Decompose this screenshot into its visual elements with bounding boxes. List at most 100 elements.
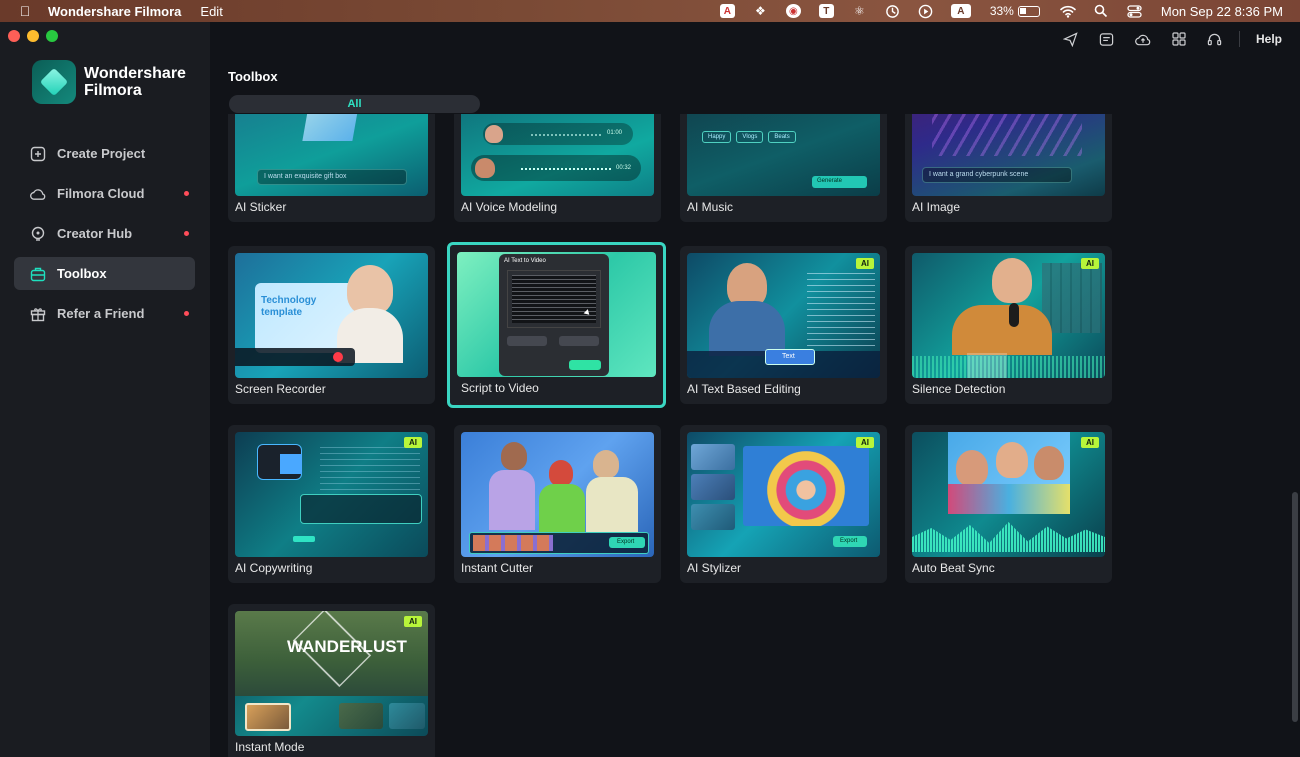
sidebar-item-label: Filmora Cloud bbox=[57, 186, 145, 201]
tool-card-ai-stylizer[interactable]: Export AI AI Stylizer bbox=[680, 425, 887, 583]
window-controls bbox=[8, 30, 58, 42]
sidebar-item-toolbox[interactable]: Toolbox bbox=[14, 257, 195, 290]
filter-tab-all[interactable]: All bbox=[229, 95, 480, 113]
tool-card-label: AI Copywriting bbox=[235, 561, 313, 575]
tool-card-auto-beat-sync[interactable]: AI Auto Beat Sync bbox=[905, 425, 1112, 583]
edit-menu[interactable]: Edit bbox=[200, 4, 222, 19]
send-icon[interactable] bbox=[1063, 31, 1079, 47]
silence-detection-thumbnail: AI bbox=[912, 253, 1105, 378]
ai-badge: AI bbox=[1081, 258, 1099, 269]
tool-card-ai-voice-modeling[interactable]: 01:00 00:32 AI Voice Modeling bbox=[454, 114, 661, 222]
status-area: A ❖ ◉ T ⚛ A 33% Mon Sep 22 8:36 PM bbox=[711, 0, 1300, 22]
tool-card-label: Silence Detection bbox=[912, 382, 1006, 396]
music-tag: Beats bbox=[768, 131, 796, 143]
tool-card-label: Auto Beat Sync bbox=[912, 561, 995, 575]
sidebar-item-create-project[interactable]: Create Project bbox=[14, 137, 195, 170]
ai-sticker-thumbnail: I want an exquisite gift box bbox=[235, 114, 428, 196]
tool-card-label: AI Music bbox=[687, 200, 734, 214]
tool-card-ai-copywriting[interactable]: AI AI Copywriting bbox=[228, 425, 435, 583]
control-center-icon[interactable] bbox=[1126, 4, 1143, 19]
toolbox-icon bbox=[30, 266, 46, 282]
sidebar-item-filmora-cloud[interactable]: Filmora Cloud bbox=[14, 177, 195, 210]
ai-stylizer-thumbnail: Export AI bbox=[687, 432, 880, 557]
instant-cutter-thumbnail: Export bbox=[461, 432, 654, 557]
tool-card-ai-music[interactable]: Happy Vlogs Beats Generate AI Music bbox=[680, 114, 887, 222]
help-button[interactable]: Help bbox=[1256, 32, 1282, 46]
tool-card-ai-image[interactable]: I want a grand cyberpunk scene AI Image bbox=[905, 114, 1112, 222]
sidebar-item-refer-a-friend[interactable]: Refer a Friend bbox=[14, 297, 195, 330]
app-menu[interactable]: Wondershare Filmora bbox=[48, 4, 181, 19]
text-chip: Text bbox=[782, 353, 795, 360]
pdf-icon[interactable]: ⚛ bbox=[851, 4, 868, 19]
filmora-logo-icon bbox=[32, 60, 76, 104]
sticker-prompt: I want an exquisite gift box bbox=[257, 169, 407, 185]
headset-icon[interactable] bbox=[1207, 31, 1223, 47]
cutter-export: Export bbox=[617, 539, 635, 545]
shield-icon[interactable]: ◉ bbox=[785, 4, 802, 19]
music-generate: Generate bbox=[817, 178, 843, 184]
toolbox-grid: I want an exquisite gift box AI Sticker … bbox=[210, 114, 1300, 757]
search-icon[interactable] bbox=[1093, 4, 1110, 19]
tool-card-instant-cutter[interactable]: Export Instant Cutter bbox=[454, 425, 661, 583]
time-machine-icon[interactable] bbox=[884, 4, 901, 19]
minimize-window-button[interactable] bbox=[27, 30, 39, 42]
battery-icon[interactable] bbox=[1017, 5, 1040, 17]
scrollbar-thumb[interactable] bbox=[1292, 492, 1298, 722]
zoom-window-button[interactable] bbox=[46, 30, 58, 42]
message-icon[interactable] bbox=[1099, 31, 1115, 47]
apple-menu-icon[interactable]:  bbox=[17, 3, 33, 19]
filmora-window: Wondershare Filmora Create Project Filmo… bbox=[0, 22, 1300, 757]
dropbox-icon[interactable]: ❖ bbox=[752, 4, 769, 19]
text-icon[interactable]: T bbox=[818, 4, 835, 19]
wanderlust-title: WANDERLUST bbox=[287, 637, 407, 656]
close-window-button[interactable] bbox=[8, 30, 20, 42]
gift-icon bbox=[30, 306, 46, 322]
sidebar-nav: Create Project Filmora Cloud Creator Hub bbox=[14, 137, 195, 337]
cloud-upload-icon[interactable] bbox=[1135, 31, 1151, 47]
stylizer-export: Export bbox=[840, 538, 858, 544]
sidebar-item-creator-hub[interactable]: Creator Hub bbox=[14, 217, 195, 250]
notification-dot bbox=[184, 191, 189, 196]
input-source-icon[interactable]: A bbox=[950, 4, 972, 19]
tool-card-label: Instant Mode bbox=[235, 740, 305, 754]
voice-time-1: 01:00 bbox=[607, 130, 623, 136]
screen-recorder-thumbnail: Technology template bbox=[235, 253, 428, 378]
play-icon[interactable] bbox=[917, 4, 934, 19]
brand-line2: Filmora bbox=[84, 82, 142, 99]
ai-badge: AI bbox=[404, 437, 422, 448]
cloud-icon bbox=[30, 186, 46, 202]
voice-time-2: 00:32 bbox=[616, 165, 632, 171]
page-title: Toolbox bbox=[228, 69, 278, 84]
sidebar-item-label: Creator Hub bbox=[57, 226, 133, 241]
brand: Wondershare Filmora bbox=[32, 60, 186, 104]
tool-card-silence-detection[interactable]: AI Silence Detection bbox=[905, 246, 1112, 404]
tool-card-label: AI Text Based Editing bbox=[687, 382, 801, 396]
top-toolbar: Help bbox=[1053, 22, 1300, 56]
tool-card-label: Screen Recorder bbox=[235, 382, 326, 396]
recorder-template-title: Technology template bbox=[261, 295, 317, 318]
filter-bar: All bbox=[229, 95, 480, 113]
tool-card-ai-sticker[interactable]: I want an exquisite gift box AI Sticker bbox=[228, 114, 435, 222]
sidebar-item-label: Refer a Friend bbox=[57, 306, 145, 321]
tool-card-instant-mode[interactable]: WANDERLUST AI Instant Mode bbox=[228, 604, 435, 757]
battery-percent: 33% bbox=[989, 4, 1014, 18]
menubar-clock[interactable]: Mon Sep 22 8:36 PM bbox=[1161, 4, 1283, 19]
tool-card-script-to-video[interactable]: AI Text to Video Script to Video bbox=[447, 242, 666, 408]
adobe-icon[interactable]: A bbox=[719, 4, 736, 19]
ai-image-thumbnail: I want a grand cyberpunk scene bbox=[912, 114, 1105, 196]
tool-card-screen-recorder[interactable]: Technology template Screen Recorder bbox=[228, 246, 435, 404]
ai-badge: AI bbox=[856, 258, 874, 269]
auto-beat-sync-thumbnail: AI bbox=[912, 432, 1105, 557]
tool-card-label: AI Voice Modeling bbox=[461, 200, 558, 214]
ai-music-thumbnail: Happy Vlogs Beats Generate bbox=[687, 114, 880, 196]
ai-text-based-editing-thumbnail: Text AI bbox=[687, 253, 880, 378]
toolbar-divider bbox=[1238, 31, 1240, 47]
wifi-icon[interactable] bbox=[1060, 4, 1077, 19]
notification-dot bbox=[184, 231, 189, 236]
bulb-icon bbox=[30, 226, 46, 242]
tool-card-ai-text-based-editing[interactable]: Text AI AI Text Based Editing bbox=[680, 246, 887, 404]
script-to-video-thumbnail: AI Text to Video bbox=[457, 252, 656, 377]
instant-mode-thumbnail: WANDERLUST AI bbox=[235, 611, 428, 736]
tool-card-label: Instant Cutter bbox=[461, 561, 534, 575]
grid-icon[interactable] bbox=[1171, 31, 1187, 47]
